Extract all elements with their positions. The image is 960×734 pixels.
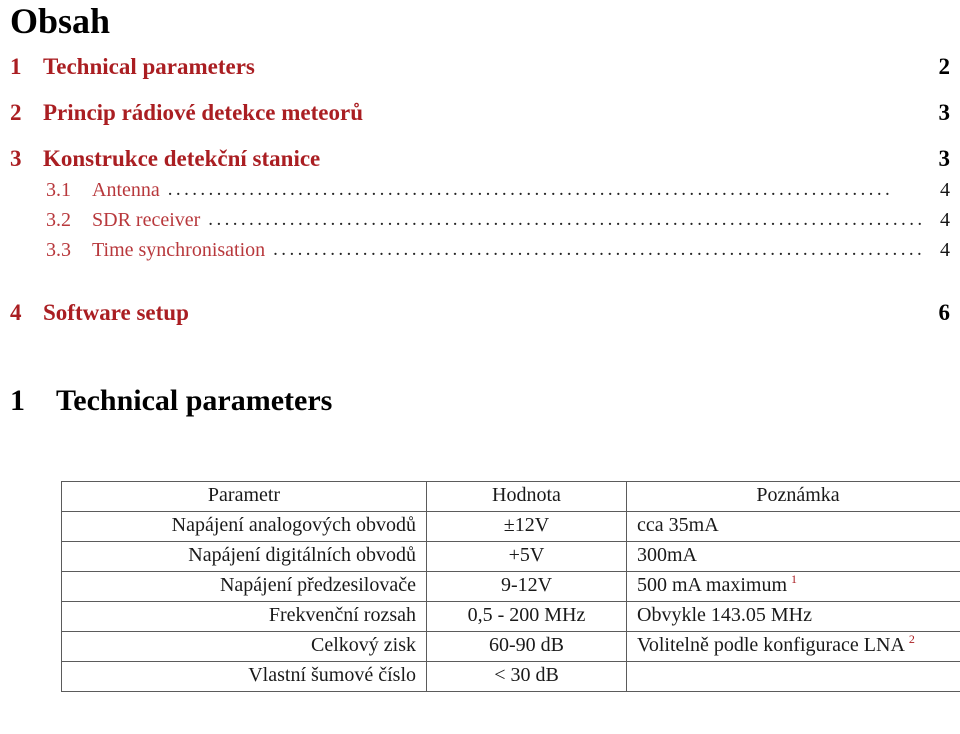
cell-poznamka <box>626 661 960 692</box>
section-heading-number: 1 <box>10 384 25 417</box>
cell-parametr: Frekvenční rozsah <box>61 601 427 632</box>
section-heading: 1 Technical parameters <box>10 382 332 420</box>
cell-poznamka-text: 500 mA maximum <box>637 574 787 596</box>
footnote-marker[interactable]: 2 <box>909 632 915 646</box>
column-header: Poznámka <box>626 481 960 512</box>
table-row: Napájení předzesilovače 9-12V 500 mA maxim… <box>61 571 960 602</box>
toc-entry-page-number: 2 <box>938 54 951 79</box>
toc-entry-3-1[interactable]: 3.1 Antenna..............................… <box>10 177 950 204</box>
toc-entry-label: Technical parameters <box>43 54 255 79</box>
table-row: Napájení analogových obvodů ±12V cca 35mA <box>61 511 960 542</box>
cell-hodnota: < 30 dB <box>426 661 627 692</box>
cell-poznamka: 500 mA maximum 1 <box>626 571 960 602</box>
toc-entry-page-number: 6 <box>938 300 951 325</box>
toc-dot-leader: ........................................… <box>167 179 894 200</box>
toc-dot-leader: ........................................… <box>273 239 922 260</box>
cell-poznamka-text: Obvykle 143.05 MHz <box>637 604 812 626</box>
cell-poznamka-text: cca 35mA <box>637 514 719 536</box>
toc-entry-label: Antenna <box>92 179 160 201</box>
footnote-marker[interactable]: 1 <box>791 572 797 586</box>
cell-hodnota: 60-90 dB <box>426 631 627 662</box>
section-heading-title: Technical parameters <box>56 384 333 417</box>
cell-poznamka: Volitelně podle konfigurace LNA 2 <box>626 631 960 662</box>
toc-entry-page-number: 3 <box>938 100 951 125</box>
toc-entry-3[interactable]: 3 Konstrukce detekční stanice 3 <box>10 144 950 174</box>
toc-spacer <box>10 264 950 282</box>
cell-parametr: Celkový zisk <box>61 631 427 662</box>
cell-poznamka: cca 35mA <box>626 511 960 542</box>
toc-entry-label: Time synchronisation <box>92 239 266 261</box>
toc-entry-page-number: 4 <box>940 179 950 201</box>
cell-hodnota: 0,5 - 200 MHz <box>426 601 627 632</box>
toc-dot-leader: ........................................… <box>208 209 922 230</box>
cell-hodnota: +5V <box>426 541 627 572</box>
toc-entry-number: 3 <box>10 146 22 171</box>
toc-entry-number: 3.3 <box>46 239 71 261</box>
toc-entry-page-number: 3 <box>938 146 951 171</box>
toc-entry-3-2[interactable]: 3.2 SDR receiver.........................… <box>10 207 950 234</box>
toc-entry-label: Princip rádiové detekce meteorů <box>43 100 363 125</box>
table-row: Celkový zisk 60-90 dB Volitelně podle konf… <box>61 631 960 662</box>
toc-entry-2[interactable]: 2 Princip rádiové detekce meteorů 3 <box>10 98 950 128</box>
column-header: Hodnota <box>426 481 627 512</box>
toc-entry-number: 1 <box>10 54 22 79</box>
table-row: Napájení digitálních obvodů +5V 300mA <box>61 541 960 572</box>
document-page: Obsah 1 Technical parameters 2 2 Princip rád… <box>0 0 960 734</box>
table-header-row: Parametr Hodnota Poznámka <box>61 481 960 512</box>
cell-hodnota: 9-12V <box>426 571 627 602</box>
cell-poznamka-text: 300mA <box>637 544 697 566</box>
toc-entry-label: SDR receiver <box>92 209 201 231</box>
toc-entry-number: 3.1 <box>46 179 71 201</box>
cell-parametr: Napájení digitálních obvodů <box>61 541 427 572</box>
toc-heading: Obsah <box>10 1 111 41</box>
cell-parametr: Napájení analogových obvodů <box>61 511 427 542</box>
toc-entry-page-number: 4 <box>940 209 950 231</box>
column-header: Parametr <box>61 481 427 512</box>
cell-poznamka: Obvykle 143.05 MHz <box>626 601 960 632</box>
toc-entry-label: Konstrukce detekční stanice <box>43 146 321 171</box>
cell-parametr: Vlastní šumové číslo <box>61 661 427 692</box>
toc-entry-number: 3.2 <box>46 209 71 231</box>
technical-parameters-table: Parametr Hodnota Poznámka Napájení analogov… <box>61 481 960 692</box>
cell-poznamka-text: Volitelně podle konfigurace LNA <box>637 634 905 656</box>
table-of-contents: 1 Technical parameters 2 2 Princip rádiové d… <box>10 52 950 328</box>
toc-entry-label: Software setup <box>43 300 189 325</box>
table-body: Parametr Hodnota Poznámka Napájení analogov… <box>61 481 960 692</box>
technical-parameters-table-wrapper: Parametr Hodnota Poznámka Napájení analogov… <box>61 481 960 692</box>
table-row: Vlastní šumové číslo < 30 dB <box>61 661 960 692</box>
table-row: Frekvenční rozsah 0,5 - 200 MHz Obvykle 14… <box>61 601 960 632</box>
toc-entry-number: 4 <box>10 300 22 325</box>
cell-hodnota: ±12V <box>426 511 627 542</box>
toc-entry-page-number: 4 <box>940 239 950 261</box>
toc-entry-number: 2 <box>10 100 22 125</box>
cell-poznamka: 300mA <box>626 541 960 572</box>
toc-entry-4[interactable]: 4 Software setup 6 <box>10 298 950 328</box>
toc-entry-1[interactable]: 1 Technical parameters 2 <box>10 52 950 82</box>
toc-entry-3-3[interactable]: 3.3 Time synchronisation.................… <box>10 237 950 264</box>
cell-parametr: Napájení předzesilovače <box>61 571 427 602</box>
